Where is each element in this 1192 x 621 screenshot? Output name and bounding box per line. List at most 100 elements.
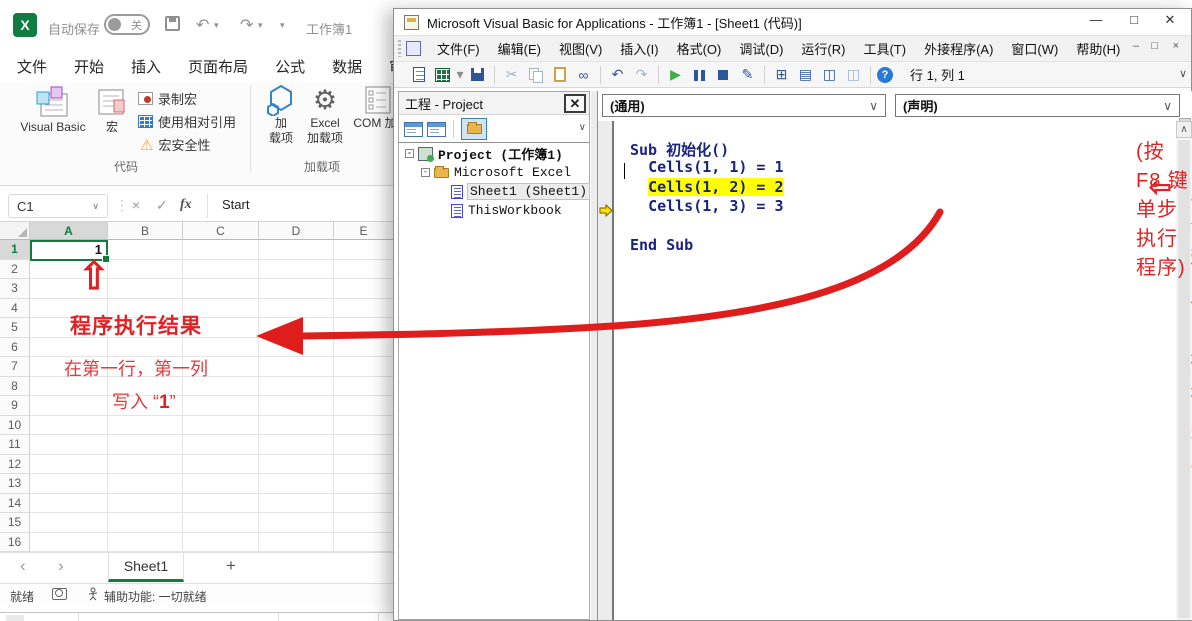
relative-references-button[interactable]: 使用相对引用 bbox=[138, 112, 236, 131]
project-toolbar-overflow-icon[interactable]: ∨ bbox=[579, 122, 586, 133]
ribbon-tab-文件[interactable]: 文件 bbox=[17, 56, 47, 77]
cell-A16[interactable] bbox=[30, 533, 108, 553]
cell-C16[interactable] bbox=[183, 533, 259, 553]
cell-A9[interactable] bbox=[30, 396, 108, 416]
view-code-icon[interactable] bbox=[413, 67, 425, 82]
cell-A12[interactable] bbox=[30, 455, 108, 475]
redo-dropdown-icon[interactable]: ▾ bbox=[258, 20, 263, 31]
name-box[interactable]: C1 ∨ bbox=[8, 194, 108, 218]
cell-D11[interactable] bbox=[259, 435, 334, 455]
collapse-icon[interactable]: - bbox=[405, 149, 414, 158]
select-all-corner[interactable] bbox=[0, 222, 30, 240]
vba-redo-icon[interactable]: ↷ bbox=[631, 65, 652, 85]
cell-A10[interactable] bbox=[30, 416, 108, 436]
ribbon-tab-插入[interactable]: 插入 bbox=[131, 56, 161, 77]
cell-C11[interactable] bbox=[183, 435, 259, 455]
cell-C14[interactable] bbox=[183, 494, 259, 514]
vba-undo-icon[interactable]: ↶ bbox=[607, 65, 628, 85]
cell-E15[interactable] bbox=[334, 513, 394, 533]
code-line-2[interactable]: Cells(1, 1) = 1 bbox=[616, 158, 1176, 177]
cell-C1[interactable] bbox=[183, 240, 259, 260]
row-header-14[interactable]: 14 bbox=[0, 494, 30, 514]
procedure-dropdown[interactable]: (声明) ∨ bbox=[895, 94, 1180, 117]
column-header-D[interactable]: D bbox=[259, 222, 334, 240]
code-margin-bar[interactable] bbox=[598, 121, 614, 620]
row-header-11[interactable]: 11 bbox=[0, 435, 30, 455]
cell-D6[interactable] bbox=[259, 338, 334, 358]
code-line-4[interactable]: Cells(1, 3) = 3 bbox=[616, 197, 1176, 216]
cell-D12[interactable] bbox=[259, 455, 334, 475]
row-header-10[interactable]: 10 bbox=[0, 416, 30, 436]
vba-menu-H[interactable]: 帮助(H) bbox=[1067, 39, 1129, 58]
undo-dropdown-icon[interactable]: ▾ bbox=[214, 20, 219, 31]
cell-E14[interactable] bbox=[334, 494, 394, 514]
cell-B1[interactable] bbox=[108, 240, 183, 260]
vba-menu-I[interactable]: 插入(I) bbox=[611, 39, 667, 58]
cell-D5[interactable] bbox=[259, 318, 334, 338]
excel-logo-icon[interactable]: X bbox=[13, 13, 37, 37]
ribbon-tab-开始[interactable]: 开始 bbox=[74, 56, 104, 77]
vba-minimize-button[interactable]: — bbox=[1081, 12, 1111, 32]
cell-D13[interactable] bbox=[259, 474, 334, 494]
com-addins-button[interactable]: COM 加 bbox=[352, 84, 394, 131]
enter-entry-icon[interactable]: ✓ bbox=[156, 197, 168, 214]
cell-B16[interactable] bbox=[108, 533, 183, 553]
toolbar-options-icon[interactable]: ∨ bbox=[1179, 67, 1187, 80]
autosave-toggle[interactable]: 关 bbox=[104, 14, 150, 35]
sheet-tab-sheet1[interactable]: Sheet1 bbox=[108, 553, 184, 582]
sheet-prev-icon[interactable]: ‹ bbox=[20, 556, 26, 576]
cell-D14[interactable] bbox=[259, 494, 334, 514]
cell-D15[interactable] bbox=[259, 513, 334, 533]
cell-B11[interactable] bbox=[108, 435, 183, 455]
cell-D9[interactable] bbox=[259, 396, 334, 416]
cell-E8[interactable] bbox=[334, 377, 394, 397]
macro-security-button[interactable]: ⚠ 宏安全性 bbox=[140, 135, 210, 154]
cell-D8[interactable] bbox=[259, 377, 334, 397]
vba-menu-A[interactable]: 外接程序(A) bbox=[915, 39, 1002, 58]
macros-button[interactable]: 宏 bbox=[92, 86, 132, 135]
cell-E7[interactable] bbox=[334, 357, 394, 377]
object-browser-icon[interactable]: ◫ bbox=[819, 65, 840, 85]
ribbon-tab-公式[interactable]: 公式 bbox=[275, 56, 305, 77]
view-code-button-icon[interactable] bbox=[404, 122, 423, 137]
cell-B15[interactable] bbox=[108, 513, 183, 533]
cell-D1[interactable] bbox=[259, 240, 334, 260]
qat-more-icon[interactable]: ▾ bbox=[280, 20, 285, 31]
cell-E2[interactable] bbox=[334, 260, 394, 280]
vba-menu-E[interactable]: 编辑(E) bbox=[489, 39, 550, 58]
visual-basic-button[interactable]: Visual Basic bbox=[16, 86, 90, 135]
cell-A15[interactable] bbox=[30, 513, 108, 533]
macro-record-icon[interactable] bbox=[52, 588, 67, 600]
cell-E5[interactable] bbox=[334, 318, 394, 338]
formula-input[interactable]: Start bbox=[222, 197, 249, 212]
vba-save-icon[interactable] bbox=[471, 68, 484, 81]
cell-B10[interactable] bbox=[108, 416, 183, 436]
reset-button-icon[interactable] bbox=[713, 65, 734, 85]
cell-E9[interactable] bbox=[334, 396, 394, 416]
copy-icon[interactable] bbox=[528, 67, 544, 83]
cell-E12[interactable] bbox=[334, 455, 394, 475]
vba-menu-F[interactable]: 文件(F) bbox=[428, 39, 489, 58]
design-mode-icon[interactable]: ✎ bbox=[737, 65, 758, 85]
cell-C15[interactable] bbox=[183, 513, 259, 533]
child-restore-icon[interactable]: □ bbox=[1151, 40, 1158, 52]
column-header-B[interactable]: B bbox=[108, 222, 183, 240]
name-box-chevron-icon[interactable]: ∨ bbox=[92, 201, 99, 212]
toggle-folders-button[interactable] bbox=[461, 118, 487, 140]
find-icon[interactable]: ∞ bbox=[573, 65, 594, 85]
sheet-next-icon[interactable]: › bbox=[58, 556, 64, 576]
row-header-16[interactable]: 16 bbox=[0, 533, 30, 553]
code-line-6[interactable]: End Sub bbox=[616, 236, 1176, 255]
properties-window-icon[interactable]: ▤ bbox=[795, 65, 816, 85]
vba-menu-D[interactable]: 调试(D) bbox=[730, 39, 792, 58]
cell-D2[interactable] bbox=[259, 260, 334, 280]
cell-E10[interactable] bbox=[334, 416, 394, 436]
row-header-6[interactable]: 6 bbox=[0, 338, 30, 358]
row-header-9[interactable]: 9 bbox=[0, 396, 30, 416]
cell-D4[interactable] bbox=[259, 299, 334, 319]
vba-maximize-button[interactable]: □ bbox=[1119, 12, 1149, 32]
view-object-button-icon[interactable] bbox=[427, 122, 446, 137]
cell-C10[interactable] bbox=[183, 416, 259, 436]
code-line-3[interactable]: Cells(1, 2) = 2 bbox=[616, 178, 1176, 197]
row-header-5[interactable]: 5 bbox=[0, 318, 30, 338]
